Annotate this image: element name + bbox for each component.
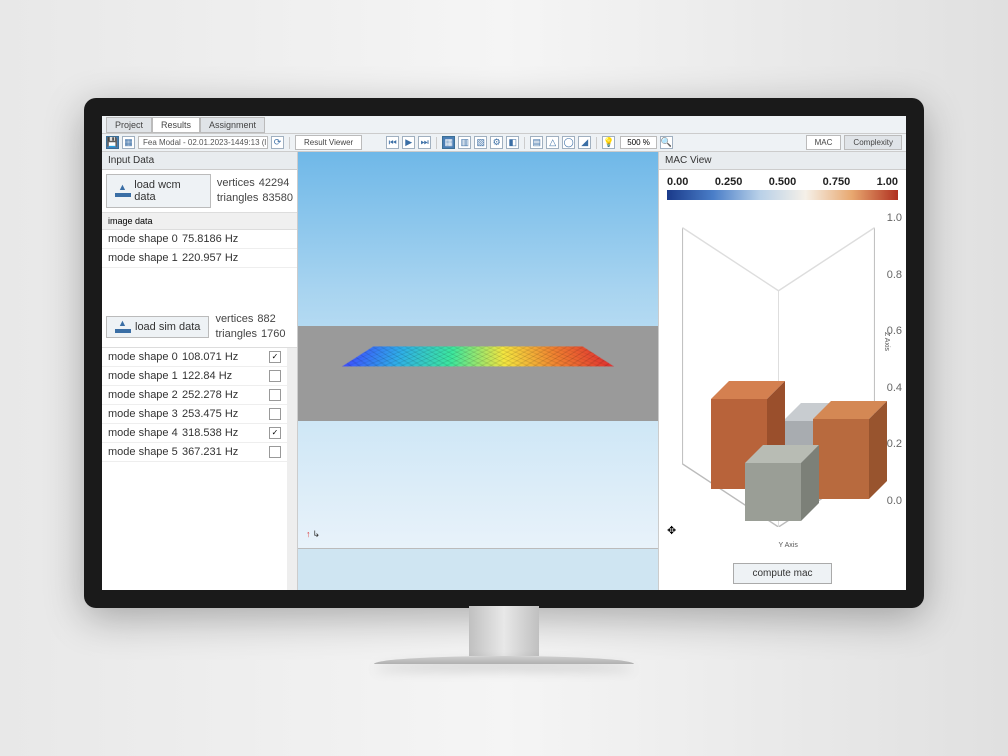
upload-icon bbox=[115, 185, 130, 197]
mode-row[interactable]: mode shape 3 253.475 Hz bbox=[102, 405, 287, 424]
load-wcm-label: load wcm data bbox=[134, 179, 202, 203]
orientation-icon[interactable]: ✥ bbox=[667, 524, 676, 537]
cube-icon[interactable]: ◧ bbox=[506, 136, 519, 149]
z-axis-ticks: 1.00.80.60.40.20.0 bbox=[887, 212, 902, 507]
tab-project[interactable]: Project bbox=[106, 117, 152, 133]
doc-icon[interactable]: ▦ bbox=[122, 136, 135, 149]
z-axis-label: Z Axis bbox=[883, 332, 890, 351]
settings-icon[interactable]: ⚙ bbox=[490, 136, 503, 149]
mode-row[interactable]: mode shape 4 318.538 Hz ✓ bbox=[102, 424, 287, 443]
zoom-icon[interactable]: 🔍 bbox=[660, 136, 673, 149]
result-dropdown[interactable]: Fea Modal - 02.01.2023-1449:13 (l... bbox=[138, 136, 268, 149]
tab-complexity[interactable]: Complexity bbox=[844, 135, 902, 150]
image-data-header: image data bbox=[102, 213, 297, 230]
center-panel: ↳ bbox=[298, 152, 658, 590]
sim-mode-list: mode shape 0 108.071 Hz ✓ mode shape 1 1… bbox=[102, 348, 287, 590]
main-toolbar: 💾 ▦ Fea Modal - 02.01.2023-1449:13 (l...… bbox=[102, 134, 906, 152]
top-tab-bar: Project Results Assignment bbox=[102, 116, 906, 134]
mac-view-header: MAC View bbox=[659, 152, 906, 170]
wcm-mode-list: mode shape 0 75.8186 Hz mode shape 1 220… bbox=[102, 230, 297, 268]
zoom-value[interactable]: 500 % bbox=[620, 136, 657, 149]
load-wcm-button[interactable]: load wcm data bbox=[106, 174, 211, 208]
tab-assignment[interactable]: Assignment bbox=[200, 117, 265, 133]
mode-row[interactable]: mode shape 2 252.278 Hz bbox=[102, 386, 287, 405]
color-scale: 0.00 0.250 0.500 0.750 1.00 bbox=[659, 170, 906, 202]
y-axis-label: Y Axis bbox=[779, 542, 798, 549]
monitor-stand-neck bbox=[469, 606, 539, 656]
mesh-render bbox=[348, 318, 608, 388]
scrollbar-vertical[interactable] bbox=[287, 348, 297, 590]
right-panel: MAC View 0.00 0.250 0.500 0.750 1.00 bbox=[658, 152, 906, 590]
load-sim-label: load sim data bbox=[135, 321, 200, 333]
table-icon[interactable]: ▤ bbox=[530, 136, 543, 149]
tab-mac[interactable]: MAC bbox=[806, 135, 842, 150]
warn-icon[interactable]: △ bbox=[546, 136, 559, 149]
checkbox[interactable] bbox=[269, 446, 281, 458]
skip-fwd-icon[interactable]: ⏭ bbox=[418, 136, 431, 149]
mac-bar bbox=[813, 419, 869, 499]
circle-icon[interactable]: ◯ bbox=[562, 136, 575, 149]
viewport-3d[interactable]: ↳ bbox=[298, 152, 658, 548]
axis-widget-icon: ↳ bbox=[306, 529, 320, 540]
mac-3d-plot[interactable]: 1.00.80.60.40.20.0 Z Axis Y Axis ✥ bbox=[659, 202, 906, 557]
bezel: Project Results Assignment 💾 ▦ Fea Modal… bbox=[84, 98, 924, 608]
skip-back-icon[interactable]: ⏮ bbox=[386, 136, 399, 149]
colorbar-icon bbox=[667, 190, 898, 200]
tab-result-viewer[interactable]: Result Viewer bbox=[295, 135, 362, 150]
compute-mac-button[interactable]: compute mac bbox=[733, 563, 831, 584]
refresh-icon[interactable]: ⟳ bbox=[271, 136, 284, 149]
checkbox[interactable] bbox=[269, 389, 281, 401]
checkbox[interactable]: ✓ bbox=[269, 427, 281, 439]
grid-icon[interactable]: ▦ bbox=[442, 136, 455, 149]
status-strip bbox=[298, 548, 658, 590]
load-sim-button[interactable]: load sim data bbox=[106, 316, 209, 338]
bulb-icon[interactable]: 💡 bbox=[602, 136, 615, 149]
mode-row[interactable]: mode shape 5 367.231 Hz bbox=[102, 443, 287, 462]
palette-icon[interactable]: ◢ bbox=[578, 136, 591, 149]
wcm-stats: vertices 42294 triangles 83580 bbox=[217, 176, 293, 207]
checkbox[interactable]: ✓ bbox=[269, 351, 281, 363]
tab-results[interactable]: Results bbox=[152, 117, 200, 133]
mode-row[interactable]: mode shape 0 108.071 Hz ✓ bbox=[102, 348, 287, 367]
sim-stats: vertices 882 triangles 1760 bbox=[215, 312, 285, 343]
mode-row[interactable]: mode shape 1 122.84 Hz bbox=[102, 367, 287, 386]
monitor-frame: Project Results Assignment 💾 ▦ Fea Modal… bbox=[84, 98, 924, 658]
screen: Project Results Assignment 💾 ▦ Fea Modal… bbox=[102, 116, 906, 590]
left-panel: Input Data load wcm data vertices 42294 … bbox=[102, 152, 298, 590]
upload-icon bbox=[115, 321, 131, 333]
checkbox[interactable] bbox=[269, 408, 281, 420]
input-data-header: Input Data bbox=[102, 152, 297, 170]
monitor-stand-base bbox=[374, 656, 634, 664]
checkbox[interactable] bbox=[269, 370, 281, 382]
save-icon[interactable]: 💾 bbox=[106, 136, 119, 149]
export-icon[interactable]: ▧ bbox=[474, 136, 487, 149]
mode-row[interactable]: mode shape 0 75.8186 Hz bbox=[102, 230, 297, 249]
mode-row[interactable]: mode shape 1 220.957 Hz bbox=[102, 249, 297, 268]
mac-bar bbox=[745, 463, 801, 521]
layers-icon[interactable]: ▥ bbox=[458, 136, 471, 149]
play-icon[interactable]: ▶ bbox=[402, 136, 415, 149]
